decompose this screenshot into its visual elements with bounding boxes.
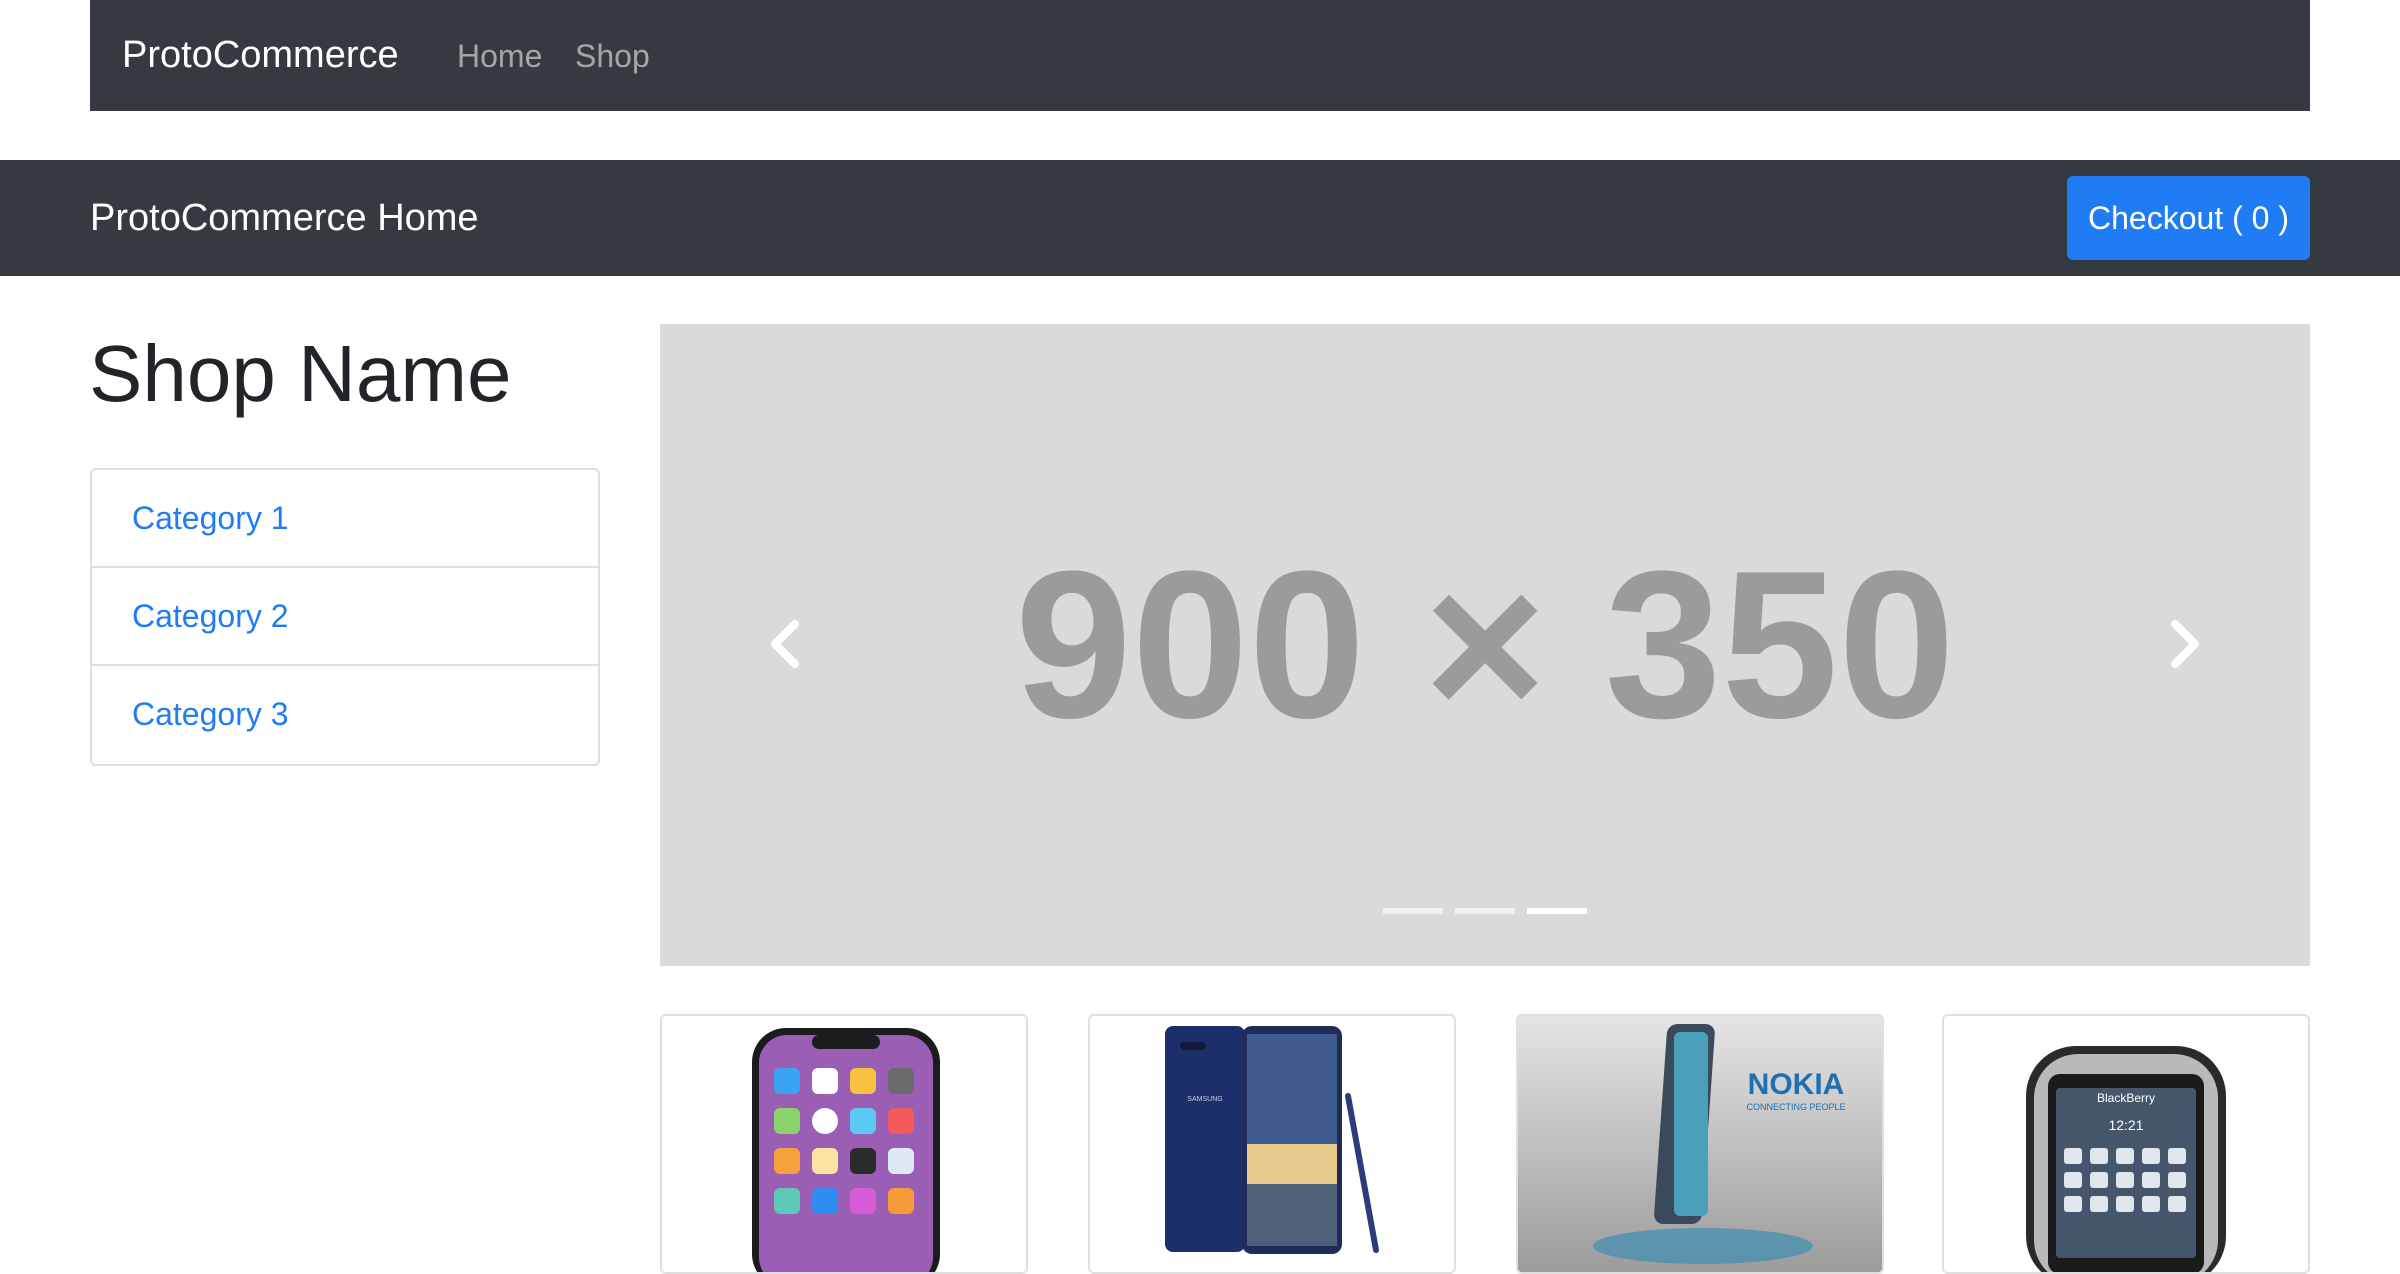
samsung-logo-text: SAMSUNG [1187,1096,1222,1103]
carousel-indicator-3[interactable] [1527,908,1587,914]
category-item-1[interactable]: Category 1 [92,470,598,568]
carousel-next-button[interactable] [2135,594,2235,694]
product-card-4[interactable]: BlackBerry 12:21 [1942,1014,2310,1274]
nokia-tagline-text: CONNECTING PEOPLE [1746,1102,1845,1112]
chevron-right-icon [2171,620,2199,668]
product-card-2[interactable]: SAMSUNG [1088,1014,1456,1274]
blackberry-phone-image: BlackBerry 12:21 [2026,1046,2226,1272]
shop-name-heading: Shop Name [89,329,512,418]
blackberry-clock-text: 12:21 [2108,1117,2143,1133]
category-list: Category 1 Category 2 Category 3 [90,468,600,766]
top-navbar: ProtoCommerce Home Shop [90,0,2310,111]
chevron-left-icon [771,620,799,668]
samsung-galaxy-note-image: SAMSUNG [1165,1026,1379,1254]
nav-link-home[interactable]: Home [457,35,542,77]
product-card-1[interactable] [660,1014,1028,1274]
carousel-indicator-1[interactable] [1383,908,1443,914]
carousel-indicators [660,908,2310,914]
blackberry-logo-text: BlackBerry [2097,1091,2155,1105]
carousel-placeholder-text: 900 × 350 [1014,527,1956,762]
navbar-brand[interactable]: ProtoCommerce [122,31,399,79]
nokia-phone-image: NOKIA CONNECTING PEOPLE [1518,1016,1882,1272]
category-item-2[interactable]: Category 2 [92,568,598,666]
header-bar: ProtoCommerce Home Checkout ( 0 ) [0,160,2400,276]
carousel: 900 × 350 [660,324,2310,966]
nav-link-shop[interactable]: Shop [575,35,650,77]
category-item-3[interactable]: Category 3 [92,666,598,764]
product-card-3[interactable]: NOKIA CONNECTING PEOPLE [1516,1014,1884,1274]
carousel-prev-button[interactable] [735,594,835,694]
header-title[interactable]: ProtoCommerce Home [90,194,479,242]
checkout-button[interactable]: Checkout ( 0 ) [2067,176,2310,260]
carousel-indicator-2[interactable] [1455,908,1515,914]
nokia-logo-text: NOKIA [1748,1068,1845,1101]
iphone-x-image [752,1028,940,1272]
